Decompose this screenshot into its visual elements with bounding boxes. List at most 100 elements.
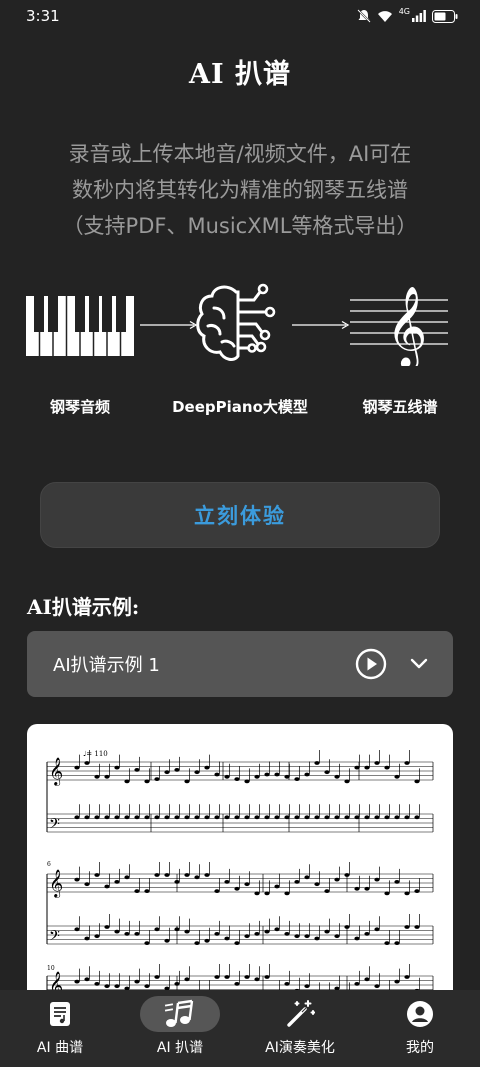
note-head	[304, 934, 310, 939]
note-head	[174, 927, 180, 932]
note-head	[284, 891, 290, 896]
note-head	[364, 765, 370, 770]
expand-dropdown-button[interactable]	[409, 654, 429, 674]
note-head	[344, 873, 350, 877]
nav-item-profile[interactable]: 我的	[365, 996, 475, 1057]
note-head	[354, 936, 360, 941]
note-head	[354, 815, 360, 820]
try-now-button[interactable]: 立刻体验	[40, 482, 440, 548]
note-head	[254, 774, 260, 779]
example-selector[interactable]: AI扒谱示例 1	[27, 631, 453, 697]
note-head	[304, 875, 310, 880]
note-head	[334, 877, 340, 882]
note-head	[384, 941, 390, 945]
note-head	[294, 934, 300, 939]
note-head	[304, 984, 310, 989]
note-head	[94, 815, 100, 820]
note-head	[74, 927, 80, 932]
note-head	[124, 875, 130, 880]
measure-number: 10	[47, 965, 55, 972]
note-head	[184, 779, 190, 784]
note-head	[394, 774, 400, 779]
note-head	[164, 938, 170, 943]
note-head	[134, 815, 140, 820]
note-head	[264, 975, 270, 979]
note-head	[184, 977, 190, 982]
nav-item-performance-enhance[interactable]: AI演奏美化	[245, 996, 355, 1057]
note-head	[334, 815, 340, 820]
note-head	[354, 765, 360, 770]
battery-icon	[432, 9, 458, 23]
note-head	[284, 774, 290, 779]
note-head	[254, 977, 260, 982]
magic-wand-icon	[287, 1000, 315, 1027]
brain-circuit-icon	[196, 283, 276, 361]
note-head	[194, 815, 200, 820]
note-head	[364, 932, 370, 936]
note-head	[144, 941, 150, 945]
mute-bell-icon	[356, 9, 371, 23]
note-head	[104, 815, 110, 820]
note-head	[84, 882, 90, 887]
bottom-navigation: AI 曲谱 AI 扒谱 AI演奏美化 我的	[0, 990, 480, 1067]
signal-icon	[412, 10, 426, 22]
note-head	[244, 934, 250, 939]
note-head	[194, 875, 200, 880]
nav-icon-container	[260, 996, 340, 1032]
nav-label: AI 曲谱	[36, 1040, 84, 1056]
note-head	[104, 884, 110, 889]
note-head	[364, 886, 370, 891]
treble-clef-staff-icon: 𝄞	[350, 285, 448, 366]
note-head	[164, 873, 170, 877]
note-head	[414, 815, 420, 820]
note-head	[354, 886, 360, 891]
note-head	[344, 815, 350, 820]
note-head	[404, 891, 410, 896]
status-bar: 3:31 4G	[0, 0, 480, 32]
note-head	[344, 925, 350, 929]
note-head	[134, 768, 140, 772]
note-head	[184, 815, 190, 820]
description-line: 数秒内将其转化为精准的钢琴五线谱	[72, 178, 408, 202]
treble-clef: 𝄞	[49, 869, 63, 898]
note-head	[304, 772, 310, 777]
nav-label: AI演奏美化	[265, 1040, 335, 1056]
note-head	[164, 815, 170, 820]
note-head	[114, 815, 120, 820]
note-head	[154, 927, 160, 932]
note-head	[174, 982, 180, 986]
treble-clef: 𝄞	[49, 757, 63, 786]
note-head	[404, 925, 410, 929]
nav-item-ai-scores[interactable]: AI 曲谱	[5, 996, 115, 1057]
note-head	[214, 815, 220, 820]
note-head	[244, 779, 250, 784]
note-head	[114, 929, 120, 934]
examples-section-title: AI扒谱示例:	[27, 595, 140, 619]
note-head	[74, 765, 80, 770]
note-head	[164, 770, 170, 775]
note-head	[284, 815, 290, 820]
note-head	[294, 880, 300, 884]
note-head	[324, 889, 330, 893]
note-head	[404, 815, 410, 820]
description: 录音或上传本地音/视频文件，AI可在 数秒内将其转化为精准的钢琴五线谱 （支持P…	[30, 136, 450, 244]
note-head	[84, 815, 90, 820]
note-head	[414, 889, 420, 893]
note-head	[364, 977, 370, 982]
note-head	[384, 765, 390, 770]
sheet-music-preview[interactable]: 𝄞𝄢𝄞𝄢𝄞𝄢♩= 110610	[27, 724, 453, 1024]
note-head	[154, 975, 160, 979]
note-head	[134, 889, 140, 893]
play-button[interactable]	[355, 648, 387, 680]
note-head	[234, 777, 240, 781]
note-head	[234, 886, 240, 891]
note-head	[174, 880, 180, 884]
note-head	[224, 815, 230, 820]
note-head	[374, 761, 380, 765]
nav-item-ai-transcribe[interactable]: AI 扒谱	[125, 996, 235, 1057]
note-head	[214, 772, 220, 777]
note-head	[234, 982, 240, 986]
note-head	[244, 882, 250, 887]
note-head	[294, 815, 300, 820]
note-head	[204, 815, 210, 820]
